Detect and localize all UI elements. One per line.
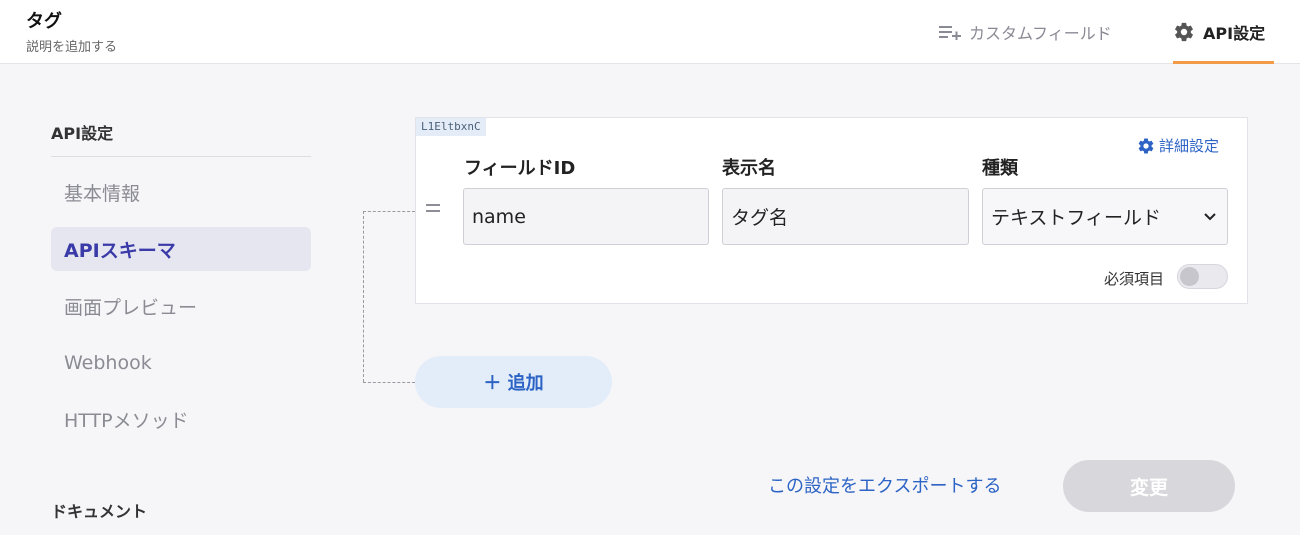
required-toggle[interactable] — [1177, 264, 1228, 289]
chevron-down-icon — [1204, 212, 1216, 220]
sidebar-item-http-method[interactable]: HTTPメソッド — [51, 397, 311, 441]
sidebar-item-api-schema[interactable]: APIスキーマ — [51, 227, 311, 271]
type-select-value: テキストフィールド — [991, 207, 1162, 229]
sidebar-section-heading: API設定 — [51, 124, 114, 143]
detail-settings-label: 詳細設定 — [1159, 137, 1220, 155]
field-id-input[interactable]: name — [463, 188, 709, 245]
tab-custom-field-label: カスタムフィールド — [969, 24, 1112, 43]
tab-custom-field[interactable]: カスタムフィールド — [939, 0, 1112, 64]
toggle-knob — [1180, 267, 1199, 286]
add-field-button[interactable]: ＋ 追加 — [415, 356, 612, 408]
connector-line — [363, 382, 415, 383]
drag-handle-icon[interactable] — [426, 204, 440, 214]
gear-icon — [1138, 138, 1154, 154]
gear-icon — [1175, 22, 1193, 42]
detail-settings-link[interactable]: 詳細設定 — [1137, 135, 1219, 156]
tab-api-settings[interactable]: API設定 — [1173, 0, 1274, 64]
type-label: 種類 — [982, 158, 1018, 179]
page-header: タグ 説明を追加する カスタムフィールド API設定 — [0, 0, 1300, 64]
sidebar-item-webhook[interactable]: Webhook — [51, 341, 311, 385]
field-card: L1EltbxnC 詳細設定 フィールドID 表示名 種類 name タグ名 テ… — [415, 117, 1248, 304]
display-name-input[interactable]: タグ名 — [722, 188, 969, 245]
sidebar-item-screen-preview[interactable]: 画面プレビュー — [51, 284, 311, 328]
field-id-label: フィールドID — [464, 158, 576, 179]
change-button[interactable]: 変更 — [1063, 460, 1235, 512]
sidebar-item-basic-info[interactable]: 基本情報 — [51, 170, 311, 214]
export-settings-link[interactable]: この設定をエクスポートする — [768, 472, 1001, 498]
playlist-add-icon — [939, 26, 961, 40]
add-description-link[interactable]: 説明を追加する — [26, 36, 117, 55]
display-name-label: 表示名 — [722, 158, 776, 179]
sidebar-docs-heading: ドキュメント — [51, 502, 148, 521]
page-title: タグ — [26, 11, 62, 32]
field-key-tag: L1EltbxnC — [416, 118, 486, 136]
connector-line — [363, 211, 415, 212]
type-select[interactable]: テキストフィールド — [982, 188, 1228, 245]
required-label: 必須項目 — [1104, 270, 1165, 288]
tab-api-settings-label: API設定 — [1203, 24, 1266, 43]
connector-line — [363, 211, 364, 382]
sidebar-divider — [51, 156, 311, 157]
